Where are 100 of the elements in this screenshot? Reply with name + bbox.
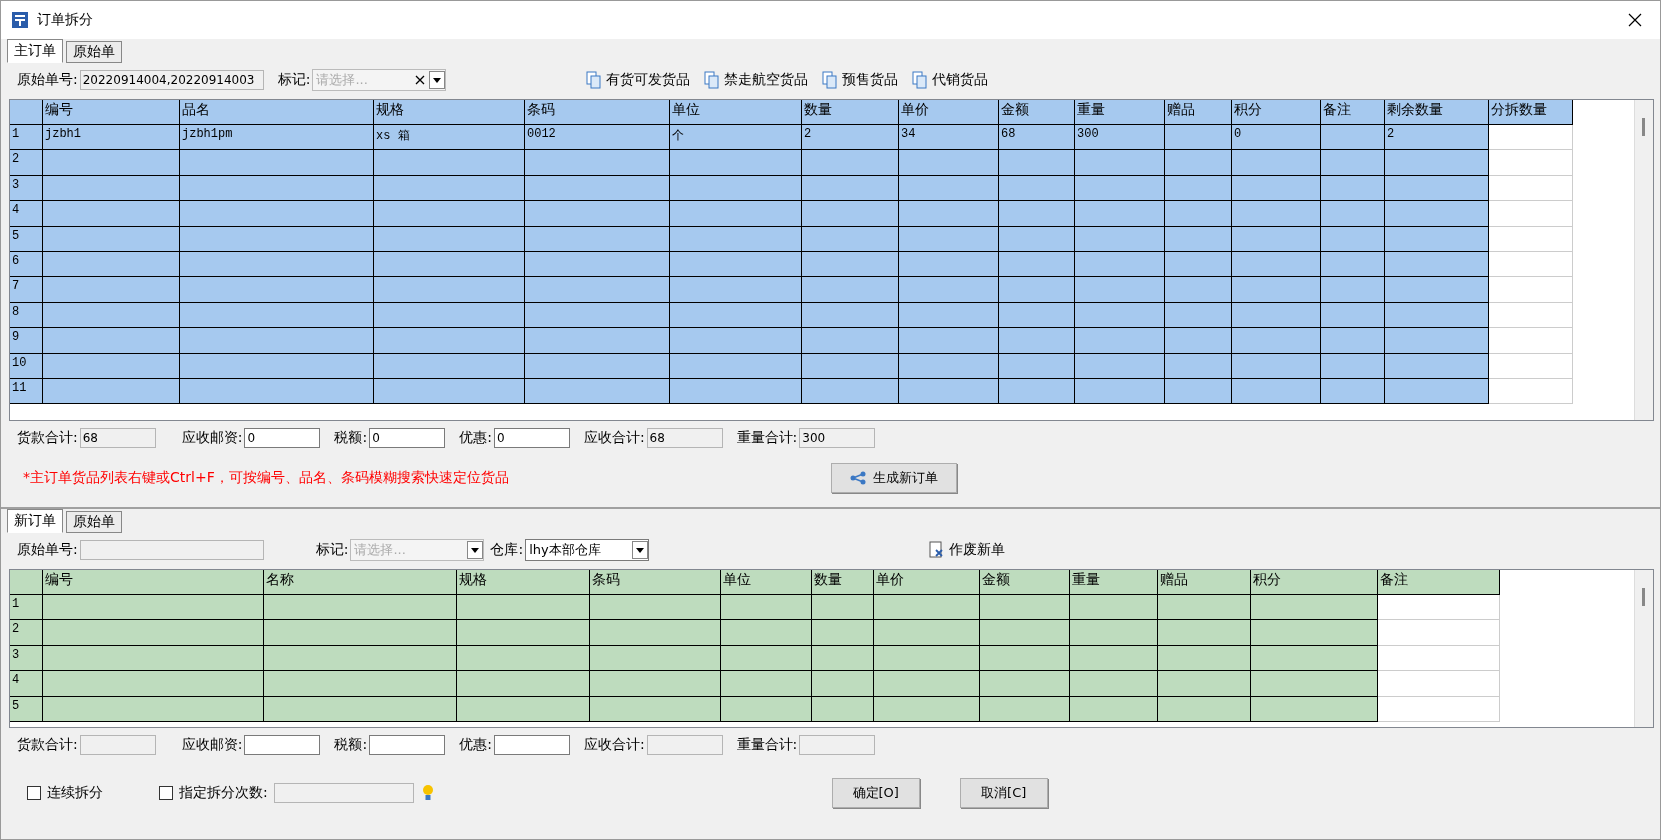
column-header[interactable]: 赠品: [1165, 100, 1232, 125]
confirm-button[interactable]: 确定[O]: [831, 778, 920, 808]
table-cell: 0012: [525, 125, 670, 151]
order-number-field[interactable]: [79, 540, 264, 560]
field-label: 应收邮资:: [181, 429, 243, 447]
field-label: 优惠:: [459, 429, 492, 447]
column-header[interactable]: 数量: [802, 100, 899, 125]
input-field[interactable]: [369, 735, 446, 755]
input-field[interactable]: [493, 735, 570, 755]
column-header[interactable]: 单价: [874, 570, 980, 595]
clear-icon[interactable]: [415, 75, 426, 85]
column-header[interactable]: 编号: [43, 100, 180, 125]
document-icon: [704, 71, 721, 89]
column-header[interactable]: 条码: [525, 100, 670, 125]
column-header[interactable]: 重量: [1070, 570, 1158, 595]
close-icon[interactable]: [1628, 13, 1642, 27]
column-header[interactable]: 规格: [457, 570, 590, 595]
column-header[interactable]: 规格: [374, 100, 525, 125]
column-header[interactable]: 编号: [43, 570, 264, 595]
input-field[interactable]: 0: [244, 428, 321, 448]
table-cell: 个: [670, 125, 802, 151]
checkbox-option[interactable]: 指定拆分次数:: [159, 784, 268, 802]
row-number: 1: [10, 595, 43, 621]
field-label: 货款合计:: [17, 736, 78, 754]
discard-order-button[interactable]: 作废新单: [929, 541, 1006, 559]
column-header[interactable]: 单价: [899, 100, 999, 125]
order-number-field[interactable]: 20220914004,20220914003: [79, 70, 264, 90]
column-header[interactable]: 重量: [1075, 100, 1165, 125]
scrollbar[interactable]: [1634, 100, 1653, 420]
field-label: 标记:: [277, 71, 311, 89]
scrollbar[interactable]: [1634, 570, 1653, 727]
column-header[interactable]: 金额: [980, 570, 1070, 595]
lightbulb-icon: [421, 784, 434, 802]
tab[interactable]: 主订单: [7, 39, 63, 63]
row-number: 5: [10, 226, 43, 252]
column-header[interactable]: 积分: [1232, 100, 1321, 125]
column-header[interactable]: 品名: [180, 100, 374, 125]
row-number: 4: [10, 201, 43, 227]
input-field[interactable]: 68: [79, 428, 156, 448]
filter-button[interactable]: 有货可发货品: [586, 71, 691, 89]
column-header[interactable]: 金额: [999, 100, 1075, 125]
tab[interactable]: 原始单: [66, 41, 122, 63]
table-cell: jzbh1pm: [180, 125, 374, 151]
column-header[interactable]: 名称: [264, 570, 457, 595]
row-number: 2: [10, 150, 43, 176]
field-label: 原始单号:: [17, 541, 78, 559]
column-header[interactable]: 赠品: [1158, 570, 1251, 595]
filter-button[interactable]: 预售货品: [822, 71, 899, 89]
split-count-field[interactable]: [273, 783, 414, 803]
column-header[interactable]: [10, 100, 43, 125]
column-header[interactable]: [10, 570, 43, 595]
column-header[interactable]: 单位: [721, 570, 812, 595]
column-header[interactable]: 分拆数量: [1489, 100, 1573, 125]
row-number: 11: [10, 378, 43, 405]
column-header[interactable]: 积分: [1251, 570, 1378, 595]
input-field[interactable]: [799, 735, 876, 755]
table-cell: xs 箱: [374, 125, 525, 151]
input-field[interactable]: [646, 735, 723, 755]
input-field[interactable]: [244, 735, 321, 755]
row-number: 3: [10, 175, 43, 202]
generate-order-button[interactable]: 生成新订单: [830, 463, 957, 493]
document-icon: [822, 71, 839, 89]
input-field[interactable]: 0: [369, 428, 446, 448]
checkbox[interactable]: [159, 786, 173, 800]
field-label: 应收合计:: [583, 736, 645, 754]
column-header[interactable]: 备注: [1321, 100, 1385, 125]
field-label: 重量合计:: [736, 736, 798, 754]
field-label: 应收邮资:: [181, 736, 243, 754]
filter-button[interactable]: 禁走航空货品: [704, 71, 809, 89]
field-label: 标记:: [315, 541, 349, 559]
row-number: 9: [10, 328, 43, 354]
tab[interactable]: 新订单: [7, 509, 63, 533]
input-field[interactable]: 68: [646, 428, 723, 448]
warehouse-select[interactable]: lhy本部仓库: [525, 539, 650, 561]
column-header[interactable]: 单位: [670, 100, 802, 125]
table-cell: 0: [1232, 125, 1321, 151]
table-cell: 34: [899, 125, 999, 151]
row-number: 8: [10, 302, 43, 329]
row-number: 4: [10, 671, 43, 697]
row-number: 2: [10, 620, 43, 646]
row-number: 7: [10, 277, 43, 303]
document-icon: [586, 71, 603, 89]
column-header[interactable]: 剩余数量: [1385, 100, 1489, 125]
input-field[interactable]: 300: [799, 428, 876, 448]
checkbox-option[interactable]: 连续拆分: [27, 784, 103, 802]
input-field[interactable]: 0: [493, 428, 570, 448]
tab[interactable]: 原始单: [66, 511, 122, 533]
field-label: 应收合计:: [583, 429, 645, 447]
field-label: 税额:: [334, 736, 368, 754]
filter-button[interactable]: 代销货品: [912, 71, 989, 89]
row-number: 5: [10, 696, 43, 722]
field-label: 原始单号:: [17, 71, 78, 89]
document-icon: [912, 71, 929, 89]
column-header[interactable]: 数量: [812, 570, 874, 595]
checkbox[interactable]: [27, 786, 41, 800]
column-header[interactable]: 备注: [1378, 570, 1500, 595]
row-number: 1: [10, 125, 43, 151]
input-field[interactable]: [79, 735, 156, 755]
column-header[interactable]: 条码: [590, 570, 721, 595]
cancel-button[interactable]: 取消[C]: [959, 778, 1048, 808]
